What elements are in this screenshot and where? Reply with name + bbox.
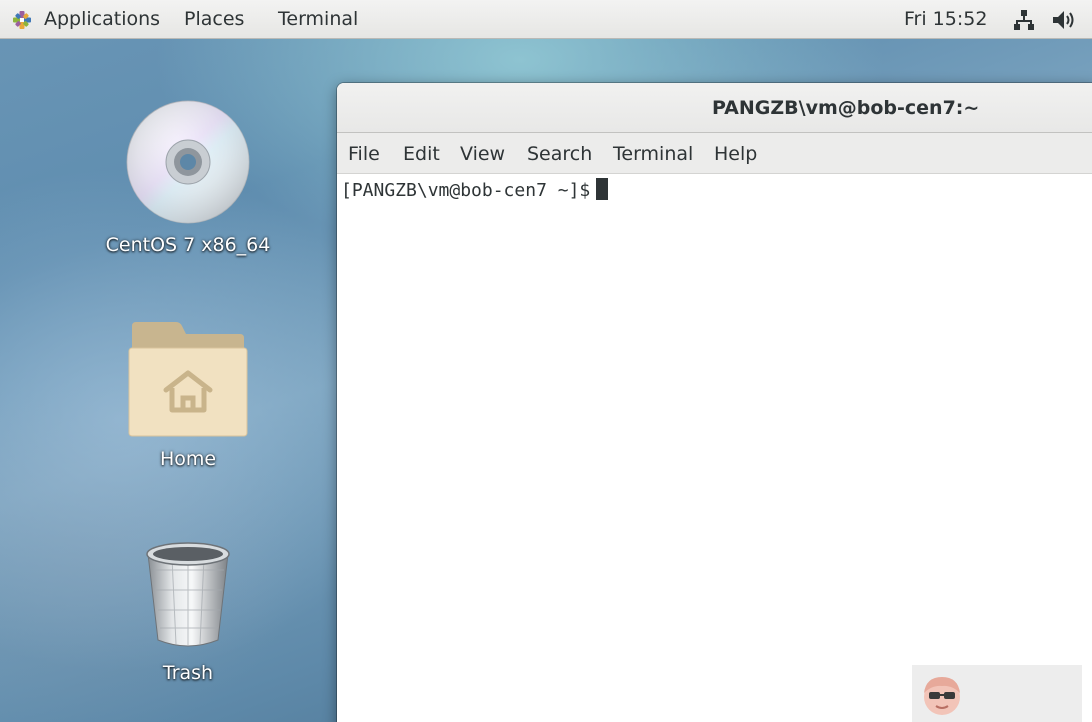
places-menu[interactable]: Places — [184, 0, 244, 38]
trash-icon — [146, 542, 230, 647]
desktop-icon-label: CentOS 7 x86_64 — [105, 234, 271, 256]
home-folder-icon — [128, 322, 248, 437]
volume-icon[interactable] — [1052, 9, 1076, 31]
desktop-icon-centos[interactable]: CentOS 7 x86_64 — [88, 100, 288, 270]
desktop-icon-home[interactable]: Home — [88, 320, 288, 480]
desktop-icon-label: Home — [159, 448, 217, 470]
text-cursor — [596, 178, 609, 200]
menu-file[interactable]: File — [348, 133, 380, 174]
disc-icon — [126, 100, 250, 224]
shell-prompt: [PANGZB\vm@bob-cen7 ~]$ — [341, 180, 591, 201]
network-icon[interactable] — [1013, 9, 1035, 31]
menu-help[interactable]: Help — [714, 133, 757, 174]
watermark-logo-icon — [924, 677, 960, 715]
menu-terminal[interactable]: Terminal — [613, 133, 693, 174]
window-title: PANGZB\vm@bob-cen7:~ — [712, 97, 980, 119]
desktop-icon-trash[interactable]: Trash — [88, 540, 288, 690]
applications-icon[interactable] — [12, 10, 32, 30]
applications-menu[interactable]: Applications — [44, 0, 160, 38]
prompt-line: [PANGZB\vm@bob-cen7 ~]$ — [341, 176, 609, 206]
menu-view[interactable]: View — [460, 133, 505, 174]
top-panel: Applications Places Terminal Fri 15:52 — [0, 0, 1092, 39]
window-menubar: File Edit View Search Terminal Help — [337, 133, 1092, 174]
watermark — [912, 665, 1082, 722]
desktop-icon-label: Trash — [162, 662, 214, 684]
terminal-app-menu[interactable]: Terminal — [278, 0, 358, 38]
clock[interactable]: Fri 15:52 — [904, 0, 987, 38]
terminal-window[interactable]: PANGZB\vm@bob-cen7:~ File Edit View Sear… — [337, 83, 1092, 722]
menu-search[interactable]: Search — [527, 133, 592, 174]
window-titlebar[interactable]: PANGZB\vm@bob-cen7:~ — [337, 83, 1092, 133]
desktop-screen: Applications Places Terminal Fri 15:52 C… — [0, 0, 1092, 722]
menu-edit[interactable]: Edit — [403, 133, 440, 174]
terminal-output-area[interactable]: [PANGZB\vm@bob-cen7 ~]$ — [337, 174, 1092, 722]
